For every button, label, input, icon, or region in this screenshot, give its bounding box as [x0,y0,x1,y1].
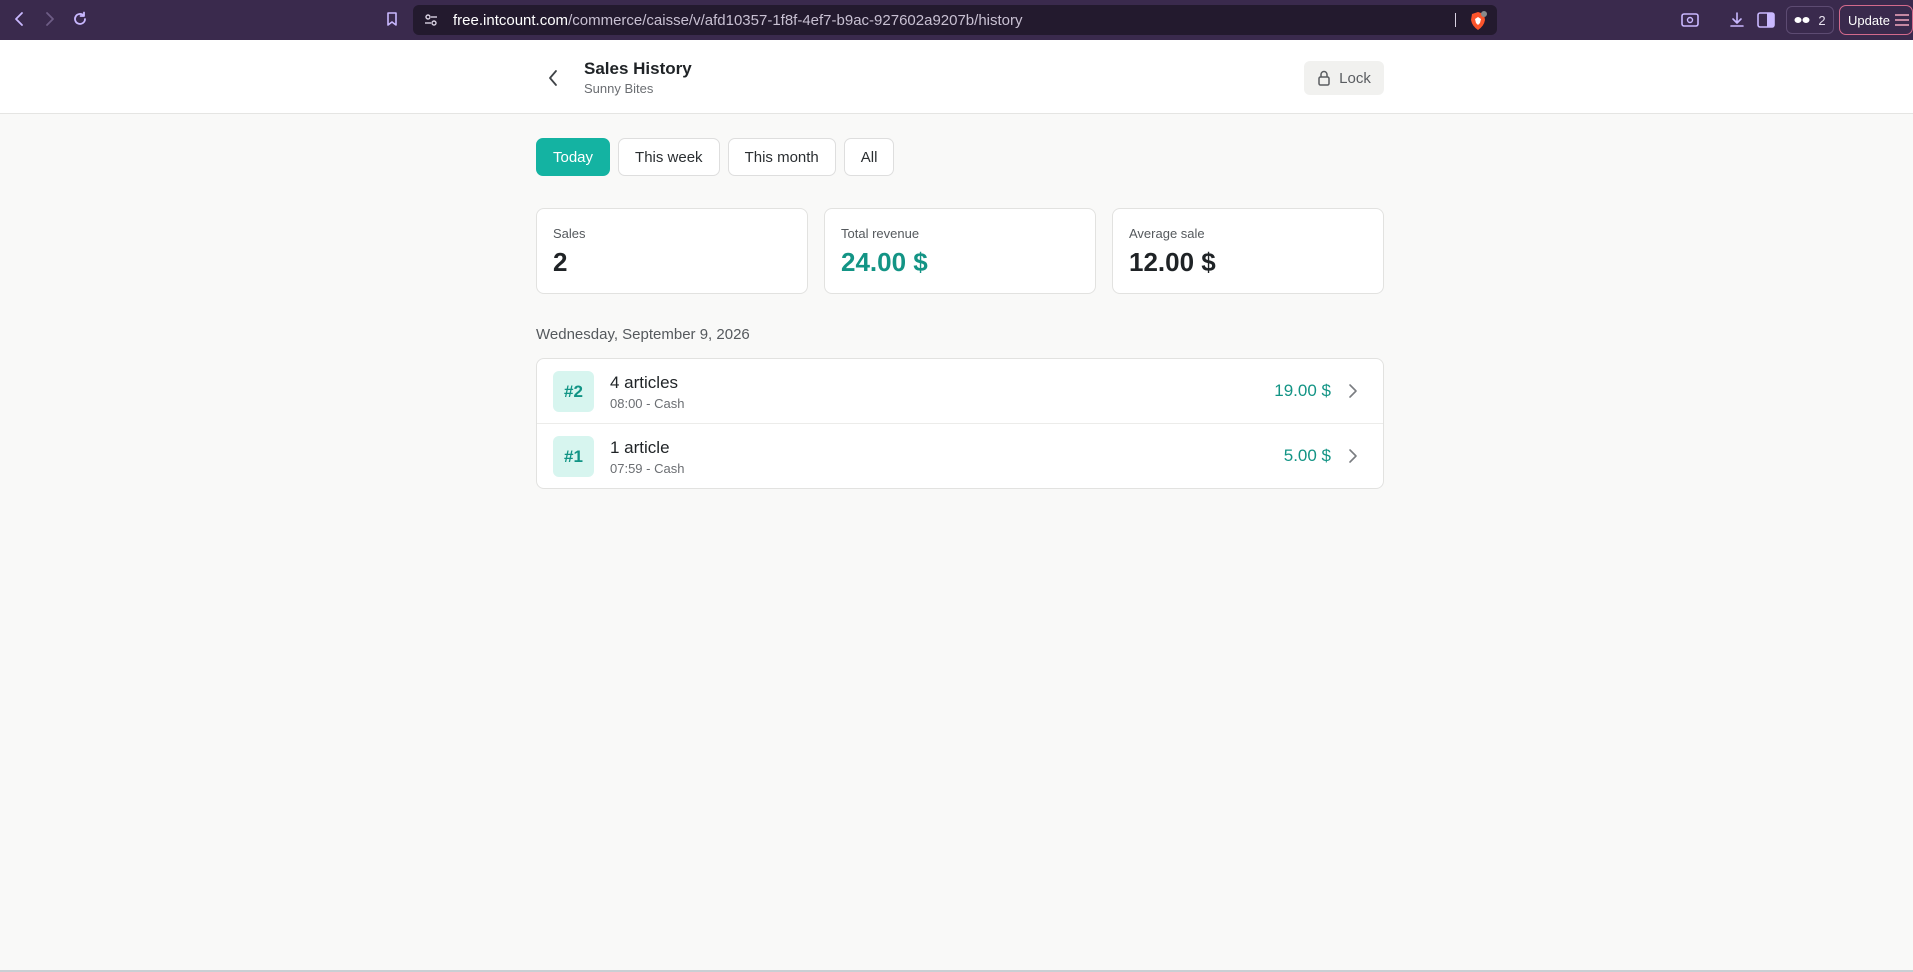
sale-title: 4 articles [610,373,679,392]
url-path: /commerce/caisse/v/afd10357-1f8f-4ef7-b9… [568,12,1023,29]
url-divider [1455,13,1456,27]
sale-amount: 5.00 $ [1283,446,1331,465]
update-label: Update [1848,12,1890,28]
stat-card-sales: Sales 2 [536,208,808,294]
sale-meta: 07:59 - Cash [610,461,685,476]
sale-meta: 08:00 - Cash [610,396,685,411]
sale-amount: 19.00 $ [1274,381,1331,400]
sale-number-badge: #1 [553,436,594,477]
stat-value: 12.00 $ [1129,247,1216,277]
stat-label: Sales [553,226,586,241]
lock-icon [1318,70,1330,86]
download-icon[interactable] [1727,10,1747,30]
filter-this-week[interactable]: This week [618,138,720,176]
sales-list: #2 4 articles 08:00 - Cash 19.00 $ #1 1 … [536,358,1384,489]
app-header: Sales History Sunny Bites Lock [0,40,1913,114]
chevron-right-icon [1349,384,1357,398]
url-text[interactable]: free.intcount.com/commerce/caisse/v/afd1… [453,12,1023,29]
sale-title: 1 article [610,438,670,457]
stat-label: Average sale [1129,226,1205,241]
site-settings-icon[interactable] [423,12,439,28]
period-filters: Today This week This month All [536,138,895,176]
brave-shield-icon[interactable] [1469,11,1487,31]
media-icon[interactable] [1680,10,1700,30]
stat-value: 2 [553,247,568,277]
sale-row[interactable]: #2 4 articles 08:00 - Cash 19.00 $ [537,359,1383,424]
stat-card-revenue: Total revenue 24.00 $ [824,208,1096,294]
stat-label: Total revenue [841,226,920,241]
browser-toolbar: free.intcount.com/commerce/caisse/v/afd1… [0,0,1913,40]
url-host: free.intcount.com [453,12,569,29]
filter-all[interactable]: All [843,138,895,176]
update-button[interactable]: Update [1839,5,1913,35]
day-heading: Wednesday, September 9, 2026 [536,326,750,343]
stat-value: 24.00 $ [841,247,928,277]
glasses-icon [1794,17,1810,23]
bookmark-icon[interactable] [381,8,403,30]
sale-row[interactable]: #1 1 article 07:59 - Cash 5.00 $ [537,424,1383,488]
stat-card-average: Average sale 12.00 $ [1112,208,1384,294]
lock-button[interactable]: Lock [1304,61,1384,95]
lock-label: Lock [1339,69,1371,87]
reload-icon[interactable] [69,8,91,30]
filter-today[interactable]: Today [536,138,611,176]
back-button[interactable] [543,66,563,90]
wallet-count: 2 [1818,12,1826,28]
menu-icon [1894,14,1909,26]
chevron-right-icon [1349,449,1357,463]
sidebar-icon[interactable] [1756,10,1776,30]
chevron-left-icon [549,70,557,86]
address-bar[interactable]: free.intcount.com/commerce/caisse/v/afd1… [413,5,1497,35]
page-title: Sales History [584,59,692,78]
wallet-button[interactable]: 2 [1786,6,1834,34]
back-icon[interactable] [9,8,31,30]
filter-this-month[interactable]: This month [727,138,836,176]
sale-number-badge: #2 [553,371,594,412]
page-subtitle: Sunny Bites [584,81,654,96]
forward-icon[interactable] [38,8,60,30]
